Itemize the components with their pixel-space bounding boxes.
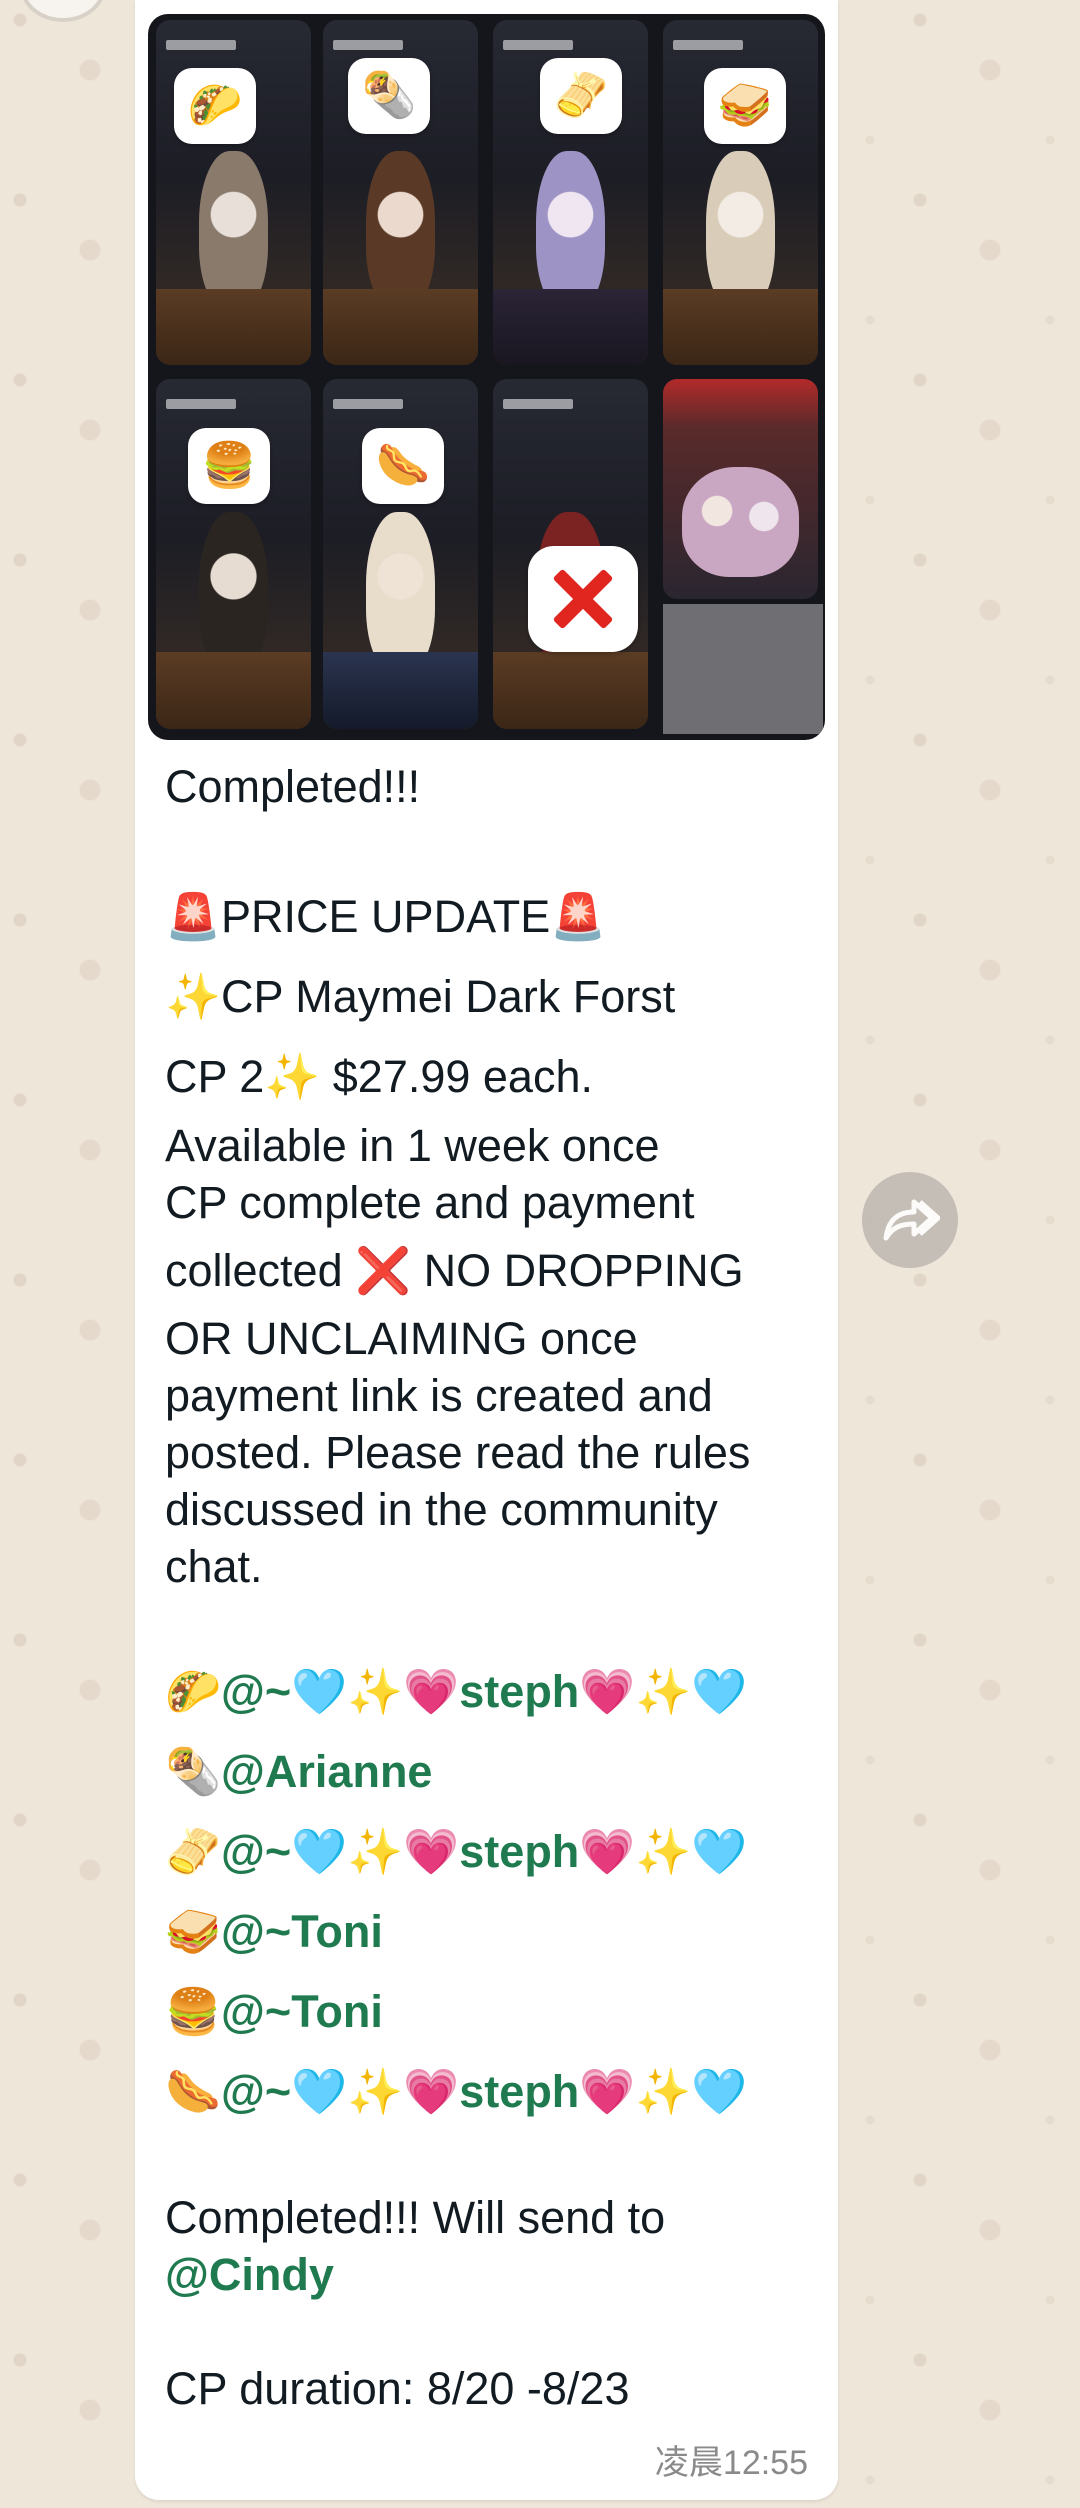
taco-sticker: 🌮 [174, 68, 256, 144]
claim-row: 🌯@Arianne [165, 1743, 825, 1800]
message-text: Completed!!! 🚨PRICE UPDATE🚨 ✨CP Maymei D… [165, 758, 825, 2417]
no-dropping-line: collected ❌ NO DROPPING [165, 1245, 744, 1296]
claim-row: 🌭@~🩵✨💗steph💗✨🩵 [165, 2063, 825, 2120]
cp-name-line: ✨CP Maymei Dark Forst [165, 971, 676, 1022]
message-timestamp: 凌晨12:55 [654, 2444, 808, 2482]
sandwich-sticker: 🥪 [704, 68, 786, 144]
product-info-tile [663, 379, 818, 599]
mention-link[interactable]: @~🩵✨💗steph💗✨🩵 [221, 1666, 747, 1717]
claim-row: 🌮@~🩵✨💗steph💗✨🩵 [165, 1663, 825, 1720]
tamale-sticker: 🫔 [540, 58, 622, 134]
cp-duration: CP duration: 8/20 -8/23 [165, 2363, 630, 2414]
mention-link[interactable]: @~Toni [221, 1906, 383, 1957]
mention-link[interactable]: @~🩵✨💗steph💗✨🩵 [221, 1826, 747, 1877]
mention-link[interactable]: @Arianne [221, 1746, 432, 1797]
price-update-heading: 🚨PRICE UPDATE🚨 [165, 891, 607, 942]
image-placeholder [663, 604, 823, 734]
completed-line: Completed!!! [165, 761, 421, 812]
x-mark-icon [528, 546, 638, 652]
text-line: chat. [165, 1541, 263, 1592]
text-line: posted. Please read the rules [165, 1427, 751, 1478]
claim-row: 🫔@~🩵✨💗steph💗✨🩵 [165, 1823, 825, 1880]
text-line: CP complete and payment [165, 1177, 695, 1228]
taco-emoji: 🌮 [165, 1666, 222, 1717]
text-line: payment link is created and [165, 1370, 713, 1421]
mention-link[interactable]: @~Toni [221, 1986, 383, 2037]
mention-link[interactable]: @~🩵✨💗steph💗✨🩵 [221, 2066, 747, 2117]
burrito-sticker: 🌯 [348, 58, 430, 134]
mention-link[interactable]: @Cindy [165, 2249, 334, 2300]
hotdog-emoji: 🌭 [165, 2066, 222, 2117]
burger-sticker: 🍔 [188, 428, 270, 504]
burger-emoji: 🍔 [165, 1986, 222, 2037]
burrito-emoji: 🌯 [165, 1746, 222, 1797]
message-bubble[interactable]: 🌮 🌯 🫔 🥪 🍔 🌭 Completed!!! 🚨PRICE UPDATE🚨 … [135, 0, 838, 2500]
claim-row: 🍔@~Toni [165, 1983, 825, 2040]
text-line: OR UNCLAIMING once [165, 1313, 638, 1364]
price-line: CP 2✨ $27.99 each. [165, 1051, 593, 1102]
text-line: discussed in the community [165, 1484, 718, 1535]
tamale-emoji: 🫔 [165, 1826, 222, 1877]
sandwich-emoji: 🥪 [165, 1906, 222, 1957]
claim-row: 🥪@~Toni [165, 1903, 825, 1960]
hotdog-sticker: 🌭 [362, 428, 444, 504]
completed-note: Completed!!! Will send to [165, 2192, 666, 2243]
forward-icon [883, 1199, 940, 1241]
forward-button[interactable] [862, 1172, 958, 1268]
availability-line: Available in 1 week once [165, 1120, 660, 1171]
message-image[interactable]: 🌮 🌯 🫔 🥪 🍔 🌭 [148, 14, 825, 740]
